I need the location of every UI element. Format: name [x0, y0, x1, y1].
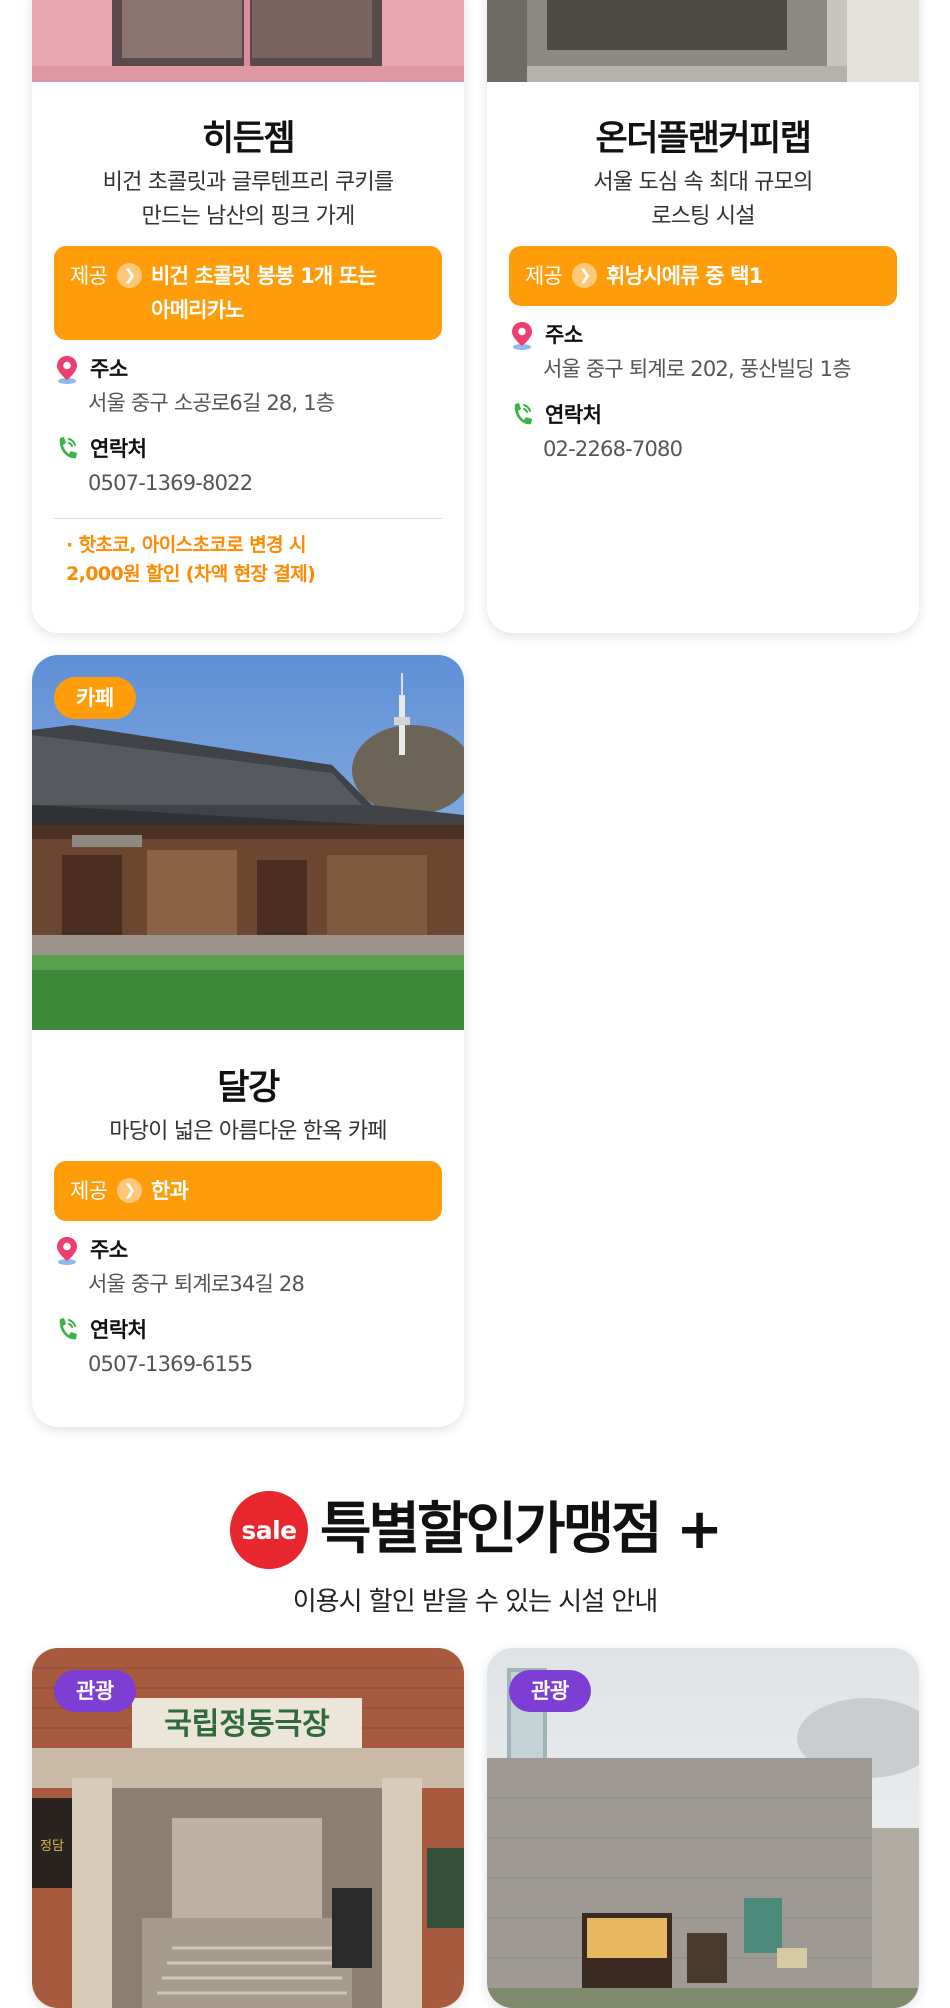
address-label: 주소	[90, 357, 128, 381]
contact-row: 연락처 02-2268-7080	[509, 400, 897, 466]
divider	[54, 518, 442, 519]
contact-label: 연락처	[545, 403, 602, 427]
section-subheading: 이용시 할인 받을 수 있는 시설 안내	[292, 1587, 658, 1617]
address-value: 서울 중구 소공로6길 28, 1층	[88, 391, 335, 415]
address-value: 서울 중구 퇴계로34길 28	[88, 1272, 305, 1296]
place-card-hidden-gem[interactable]: 히든젬 비건 초콜릿과 글루텐프리 쿠키를 만드는 남산의 핑크 가게 제공 ❯…	[32, 0, 464, 633]
phone-icon	[59, 437, 77, 459]
side-sign-text: 정담	[40, 1839, 64, 1854]
place-photo: 카페	[32, 655, 464, 1030]
place-description: 비건 초콜릿과 글루텐프리 쿠키를 만드는 남산의 핑크 가게	[102, 170, 395, 229]
address-value: 서울 중구 퇴계로 202, 풍산빌딩 1층	[543, 357, 852, 381]
offer-label: 제공	[525, 264, 563, 288]
place-description: 서울 도심 속 최대 규모의 로스팅 시설	[593, 170, 813, 229]
place-photo	[487, 0, 919, 82]
category-badge: 관광	[54, 1670, 136, 1712]
chevron-right-icon: ❯	[117, 263, 143, 288]
category-badge: 관광	[509, 1670, 591, 1712]
contact-value[interactable]: 0507-1369-8022	[88, 466, 442, 500]
place-card-on-the-plan[interactable]: 온더플랜커피랩 서울 도심 속 최대 규모의 로스팅 시설 제공 ❯ 휘낭시에류…	[487, 0, 919, 633]
address-label: 주소	[545, 323, 583, 347]
contact-row: 연락처 0507-1369-8022	[54, 434, 442, 500]
contact-label: 연락처	[90, 1318, 147, 1342]
place-photo: 국립정동극장 정담 관광	[32, 1648, 464, 2008]
place-title: 히든젬	[201, 119, 296, 159]
special-discount-heading: sale 특별할인가맹점 +	[0, 1490, 950, 1570]
category-badge: 카페	[54, 677, 136, 719]
place-title: 달강	[217, 1068, 280, 1108]
place-photo: 관광	[487, 1648, 919, 2008]
address-row: 주소 서울 중구 퇴계로34길 28	[54, 1235, 442, 1301]
offer-text: 한과	[151, 1179, 189, 1203]
phone-icon	[59, 1318, 77, 1340]
map-pin-icon	[512, 322, 532, 350]
sign-text: 국립정동극장	[164, 1707, 330, 1742]
place-title: 온더플랜커피랩	[595, 119, 812, 159]
discount-card-building[interactable]: 관광	[487, 1648, 919, 2008]
contact-value[interactable]: 02-2268-7080	[543, 432, 897, 466]
offer-box: 제공 ❯ 한과	[54, 1161, 442, 1221]
chevron-right-icon: ❯	[572, 263, 598, 288]
discount-card-theater[interactable]: 국립정동극장 정담 관광	[32, 1648, 464, 2008]
section-heading: 특별할인가맹점 +	[319, 1497, 723, 1562]
contact-label: 연락처	[90, 437, 147, 461]
contact-value[interactable]: 0507-1369-6155	[88, 1347, 442, 1381]
address-row: 주소 서울 중구 퇴계로 202, 풍산빌딩 1층	[509, 320, 897, 386]
map-pin-icon	[57, 1237, 77, 1265]
offer-box: 제공 ❯ 휘낭시에류 중 택1	[509, 246, 897, 306]
discount-note: · 핫초코, 아이스초코로 변경 시 2,000원 할인 (차액 현장 결제)	[66, 534, 316, 585]
contact-row: 연락처 0507-1369-6155	[54, 1315, 442, 1381]
phone-icon	[514, 403, 532, 425]
chevron-right-icon: ❯	[117, 1178, 143, 1203]
map-pin-icon	[57, 356, 77, 384]
address-label: 주소	[90, 1238, 128, 1262]
sale-badge: sale	[229, 1491, 308, 1569]
offer-text: 휘낭시에류 중 택1	[606, 264, 763, 288]
place-card-dalgang[interactable]: 카페 달강 마당이 넓은 아름다운 한옥 카페 제공 ❯ 한과 주소 서울 중구…	[32, 655, 464, 1427]
address-row: 주소 서울 중구 소공로6길 28, 1층	[54, 354, 442, 420]
place-description: 마당이 넓은 아름다운 한옥 카페	[109, 1119, 387, 1144]
offer-label: 제공	[70, 1179, 108, 1203]
offer-text: 비건 초콜릿 봉봉 1개 또는 아메리카노	[151, 264, 377, 322]
place-photo	[32, 0, 464, 82]
offer-box: 제공 ❯ 비건 초콜릿 봉봉 1개 또는 아메리카노	[54, 246, 442, 340]
offer-label: 제공	[70, 264, 108, 288]
